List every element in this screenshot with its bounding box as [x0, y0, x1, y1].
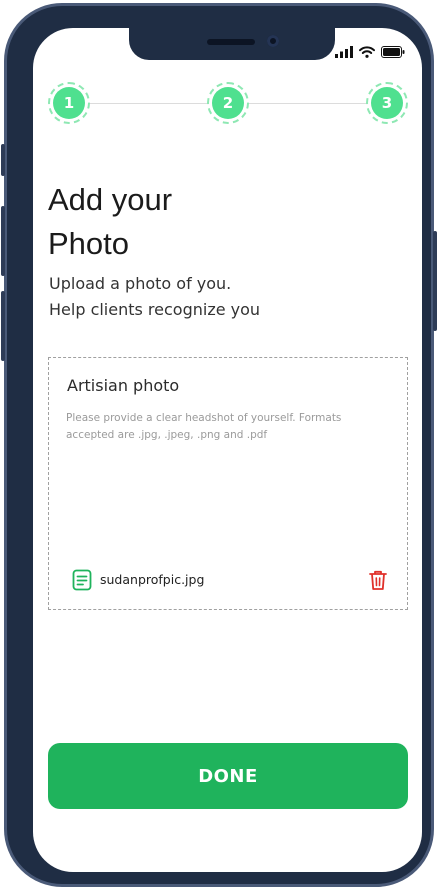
volume-up-button: [1, 206, 5, 276]
wifi-icon: [359, 46, 375, 58]
uploaded-file-name: sudanprofpic.jpg: [100, 572, 205, 587]
page-title-line-2: Photo: [48, 226, 130, 261]
power-button: [433, 231, 437, 331]
step-2-number: 2: [212, 87, 244, 119]
speaker-grille: [207, 39, 255, 45]
page-title-line-1: Add your: [48, 182, 173, 217]
volume-down-button: [1, 291, 5, 361]
upload-help-text: Please provide a clear headshot of yours…: [66, 412, 342, 441]
silent-switch: [1, 144, 5, 176]
step-3[interactable]: 3: [366, 82, 408, 124]
step-3-number: 3: [371, 87, 403, 119]
done-button[interactable]: DONE: [48, 743, 408, 809]
battery-icon: [381, 46, 405, 58]
step-2[interactable]: 2: [207, 82, 249, 124]
uploaded-file-row: sudanprofpic.jpg: [72, 569, 388, 591]
app-screen: 1 2 3 Add your Photo Upload a photo of y…: [33, 28, 422, 872]
upload-label: Artisian photo: [67, 376, 180, 395]
signal-icon: [335, 46, 353, 58]
subtitle-line-1: Upload a photo of you.: [49, 274, 232, 293]
status-bar-icons: [335, 44, 405, 58]
notch: [129, 28, 335, 60]
page-title: Add your Photo: [48, 178, 172, 266]
front-camera: [267, 35, 279, 47]
phone-frame: 1 2 3 Add your Photo Upload a photo of y…: [1, 3, 437, 887]
page-subtitle: Upload a photo of you. Help clients reco…: [49, 271, 260, 323]
document-icon: [72, 569, 92, 591]
step-1[interactable]: 1: [48, 82, 90, 124]
trash-icon[interactable]: [368, 569, 388, 591]
photo-upload-dropzone[interactable]: Artisian photo Please provide a clear he…: [48, 357, 408, 610]
progress-stepper: 1 2 3: [33, 76, 422, 132]
subtitle-line-2: Help clients recognize you: [49, 300, 261, 319]
step-1-number: 1: [53, 87, 85, 119]
